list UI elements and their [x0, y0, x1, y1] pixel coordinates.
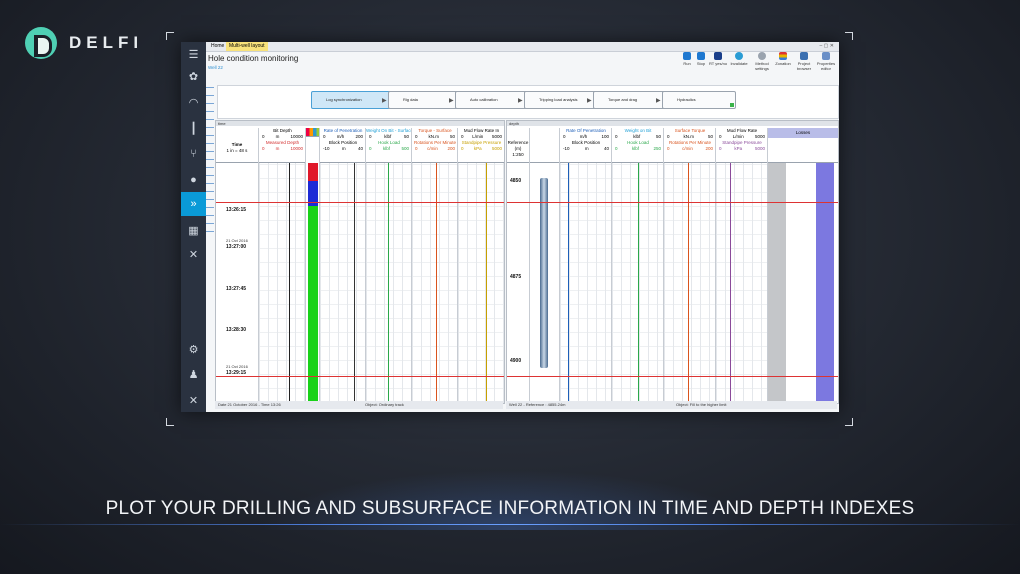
- properties-editor-button[interactable]: Properties editor: [815, 52, 837, 71]
- time-index-scale: 1 in = 48 s: [226, 148, 248, 153]
- time-label: 13:27:00: [226, 244, 247, 250]
- arrow-icon: ▶: [382, 98, 387, 104]
- gear-icon[interactable]: ⚙: [181, 337, 206, 361]
- bit-depth-curve: [289, 163, 290, 403]
- frame-corner-bl: [166, 418, 174, 426]
- user-icon[interactable]: ♟: [181, 362, 206, 386]
- arrow-icon: ▶: [587, 98, 592, 104]
- track-losses: Losses: [767, 128, 838, 403]
- brand-name: DELFI: [69, 33, 144, 52]
- tab-home[interactable]: Home: [208, 42, 227, 51]
- page-title: Hole condition monitoring: [208, 54, 299, 63]
- invalidate-button[interactable]: Invalidate: [728, 52, 750, 66]
- tab-bar: Home Multi-well layout – ▢ ✕: [206, 42, 839, 52]
- track-wob-depth: Weight on Bit 0 klbf 50 Hook Load 0 klbf 250: [611, 128, 664, 403]
- frame-corner-br: [845, 418, 853, 426]
- delfi-logo-icon: [25, 27, 57, 59]
- track-rop-depth: Rate Of Penetration 0 m/h 100 Block Positi…: [559, 128, 612, 403]
- app-window: ☰ ✿ ◠ ┃ ⑂ ● » ▦ ✕ ⚙ ♟ ✕ Home Multi-well …: [181, 42, 839, 412]
- activity-bar-track: [305, 128, 320, 403]
- track-wob: Weight On Bit - Surface 0 klbf 50 Hook Loa…: [365, 128, 412, 403]
- time-pane: time Time 1 in = 48 s 13:26:15 21 Oct 20…: [215, 120, 505, 404]
- date-label: 21 Oct 2016: [226, 364, 248, 369]
- arrow-icon: ▶: [656, 98, 661, 104]
- time-label: 13:28:30: [226, 327, 247, 333]
- zonation-button[interactable]: Zonation: [772, 52, 794, 66]
- cross-tool-icon[interactable]: ✕: [181, 242, 206, 266]
- fast-forward-icon[interactable]: »: [181, 192, 206, 216]
- tool-strip: [206, 82, 214, 232]
- time-label: 13:26:15: [226, 207, 247, 213]
- depth-pane: depth Reference (m) 1:250 4850 4875 4900…: [506, 120, 839, 404]
- project-browser-button[interactable]: Project browser: [793, 52, 815, 71]
- date-label: 21 Oct 2016: [226, 238, 248, 243]
- depth-index-label: Reference (m): [507, 140, 529, 151]
- track-flow-depth: Mud Flow Rate 0 L/min 5000 Standpipe Press…: [715, 128, 768, 403]
- track-torque: Torque - Surface 0 kN.m 50 Rotations Per M…: [411, 128, 458, 403]
- depth-label: 4875: [510, 274, 522, 280]
- fork-icon[interactable]: ⑂: [181, 142, 206, 166]
- window-controls[interactable]: – ▢ ✕: [817, 42, 837, 51]
- arrow-icon: ▶: [449, 98, 454, 104]
- gauge-icon[interactable]: ◠: [181, 90, 206, 114]
- workflow-step-hydraulics[interactable]: Hydraulics: [662, 91, 736, 109]
- frame-corner-tl: [166, 32, 174, 40]
- depth-status-bar: Well 22 - Reference : 4855.24m Object: F…: [506, 401, 837, 409]
- depth-pane-header: depth: [507, 121, 838, 126]
- left-nav: ☰ ✿ ◠ ┃ ⑂ ● » ▦ ✕ ⚙ ♟ ✕: [181, 42, 206, 412]
- drill-icon[interactable]: ┃: [181, 116, 206, 140]
- bha-drawing: [540, 178, 548, 368]
- tab-multi-well-layout[interactable]: Multi-well layout: [226, 42, 268, 51]
- time-status-bar: Date 21 October 2016 - Time 13:26 Object…: [215, 401, 503, 409]
- track-rop: Rate of Penetration 0 m/h 200 Block Positi…: [319, 128, 366, 403]
- caption-underline: [0, 524, 1020, 525]
- zonation-icon: [779, 52, 787, 60]
- stop-icon: [697, 52, 705, 60]
- depth-cursor-line[interactable]: [507, 202, 838, 203]
- depth-index-track: Reference (m) 1:250 4850 4875 4900: [507, 128, 529, 403]
- grid-icon[interactable]: ▦: [181, 218, 206, 242]
- close-icon[interactable]: ✕: [181, 388, 206, 412]
- track-bit-depth: Bit Depth 0 m 10000 Measured Depth 0 m 10000: [258, 128, 306, 403]
- editor-icon: [822, 52, 830, 60]
- cursor-line[interactable]: [216, 202, 504, 203]
- hamburger-icon[interactable]: ☰: [181, 42, 206, 66]
- current-depth-line: [507, 376, 838, 377]
- time-index-track: Time 1 in = 48 s 13:26:15 21 Oct 2016 13…: [216, 128, 258, 403]
- arrow-icon: ▶: [518, 98, 523, 104]
- gear-icon: [758, 52, 766, 60]
- flower-icon[interactable]: ✿: [181, 64, 206, 88]
- delfi-logo: DELFI: [25, 27, 143, 59]
- depth-index-scale: 1:250: [512, 152, 524, 157]
- method-settings-button[interactable]: Method settings: [751, 52, 773, 71]
- browser-icon: [800, 52, 808, 60]
- drop-icon[interactable]: ●: [181, 168, 206, 192]
- wellbore-schematic-track: [529, 128, 560, 403]
- time-label: 13:27:45: [226, 286, 247, 292]
- time-pane-header: time: [216, 121, 504, 126]
- frame-corner-tr: [845, 32, 853, 40]
- caption-text: PLOT YOUR DRILLING AND SUBSURFACE INFORM…: [105, 498, 915, 519]
- page-subtitle: Well 22: [208, 65, 223, 70]
- track-flow: Mud Flow Rate In 0 L/min 5000 Standpipe Pr…: [457, 128, 504, 403]
- rt-icon: [714, 52, 722, 60]
- track-torque-depth: Surface Torque 0 kN.m 50 Rotations Per Min…: [663, 128, 716, 403]
- depth-label: 4900: [510, 358, 522, 364]
- depth-label: 4850: [510, 178, 522, 184]
- current-time-line: [216, 376, 504, 377]
- refresh-icon: [735, 52, 743, 60]
- rt-toggle-button[interactable]: RT yes/no: [707, 52, 729, 66]
